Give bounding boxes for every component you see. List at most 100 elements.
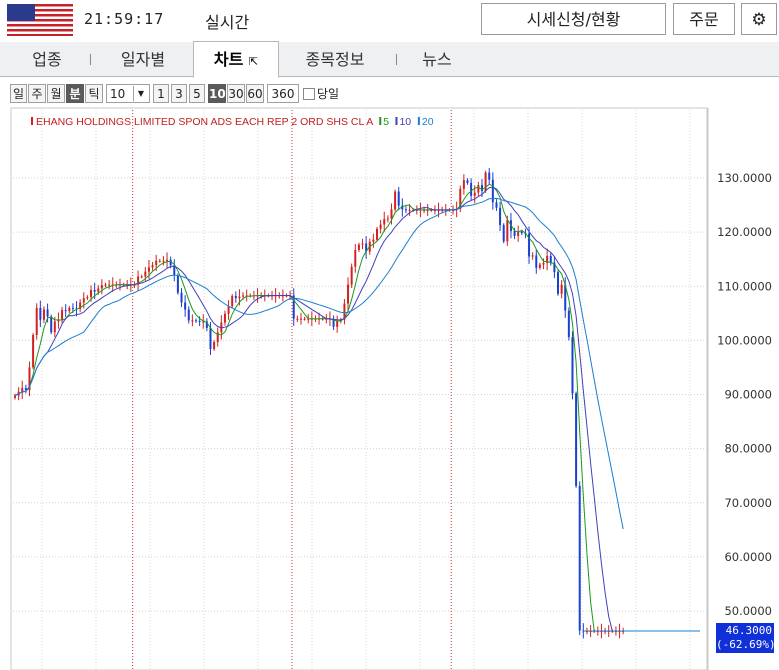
chart-title: EHANG HOLDINGS LIMITED SPON ADS EACH REP… [36, 116, 373, 128]
candle-body [408, 209, 411, 211]
y-tick-label: 70.0000 [724, 496, 772, 510]
legend-ma-20: 20 [422, 116, 434, 128]
plot-area [10, 107, 708, 670]
candle-body [90, 290, 93, 298]
tab-stock-info[interactable]: 종목정보 [285, 42, 385, 76]
top-bar: 21:59:17 실시간 시세신청/현황 주문 ⚙ [0, 0, 779, 40]
us-flag-icon [7, 4, 73, 36]
order-button[interactable]: 주문 [673, 3, 735, 35]
interval-3-button[interactable]: 3 [171, 84, 187, 103]
interval-60-button[interactable]: 60 [246, 84, 264, 103]
candle-body [347, 284, 350, 304]
candle-body [71, 307, 74, 309]
candle-body [372, 239, 375, 242]
candle-body [82, 298, 85, 303]
candle-body [223, 313, 226, 323]
period-tick-button[interactable]: 틱 [85, 84, 103, 103]
interval-5-button[interactable]: 5 [189, 84, 205, 103]
candle-body [195, 320, 197, 322]
candle-body [336, 321, 339, 327]
settings-button[interactable]: ⚙ [741, 3, 777, 35]
y-tick-label: 80.0000 [724, 442, 772, 456]
candle-body [303, 318, 306, 320]
candle-body [575, 393, 578, 486]
candle-body [158, 260, 161, 262]
candle-body [184, 302, 187, 310]
candle-body [32, 334, 35, 368]
candle-body [231, 295, 234, 307]
gear-icon: ⚙ [751, 10, 767, 30]
candle-body [495, 202, 498, 208]
candle-body [39, 307, 42, 320]
period-minute-button[interactable]: 분 [66, 84, 84, 103]
legend-swatch-title [31, 117, 33, 125]
candle-body [531, 255, 534, 257]
candle-body [462, 180, 465, 189]
y-axis: 50.0000 60.0000 70.0000 80.0000 90.0000 100.0… [717, 171, 772, 618]
candle-body [61, 310, 64, 320]
realtime-label: 실시간 [205, 13, 250, 32]
tab-daily[interactable]: 일자별 [98, 42, 188, 76]
interval-10-button[interactable]: 10 [208, 84, 226, 103]
y-tick-label: 110.0000 [717, 279, 772, 293]
candle-body [549, 255, 552, 263]
candle-body [480, 185, 483, 191]
candle-body [560, 284, 563, 294]
legend-ma-10: 10 [399, 116, 411, 128]
tab-chart[interactable]: 차트 ⇱ [193, 41, 279, 78]
candle-body [557, 272, 559, 294]
candle-body [354, 249, 357, 267]
popout-icon[interactable]: ⇱ [249, 55, 258, 68]
tab-news[interactable]: 뉴스 [404, 42, 470, 76]
today-checkbox[interactable] [303, 88, 315, 100]
candle-body [108, 284, 111, 286]
candle-body [299, 318, 302, 320]
candle-body [397, 191, 400, 206]
quote-request-button[interactable]: 시세신청/현황 [481, 3, 666, 35]
candle-body [383, 219, 386, 225]
candle-body [100, 285, 103, 289]
candle-body [50, 316, 53, 333]
tab-divider [396, 54, 397, 65]
candle-body [46, 309, 49, 317]
candle-body [144, 271, 147, 277]
candle-body [538, 264, 541, 268]
tab-chart-label: 차트 [213, 50, 244, 69]
candle-body [42, 309, 45, 320]
count-input[interactable]: 360 [267, 84, 299, 103]
last-price-label: 46.3000 (-62.69%) [716, 623, 776, 653]
candle-body [238, 296, 241, 299]
candle-body [379, 224, 382, 229]
interval-30-button[interactable]: 30 [227, 84, 245, 103]
candle-body [513, 231, 516, 236]
candle-body [386, 218, 389, 220]
candle-body [187, 309, 190, 321]
interval-1-button[interactable]: 1 [153, 84, 169, 103]
period-day-button[interactable]: 일 [10, 84, 27, 103]
candle-body [14, 395, 16, 398]
legend-swatch-5 [379, 117, 382, 125]
candle-body [86, 297, 89, 299]
chevron-down-icon: ▼ [133, 86, 148, 101]
y-tick-label: 50.0000 [724, 604, 772, 618]
candle-body [93, 290, 96, 292]
candle-body [390, 209, 393, 219]
candle-body [502, 225, 505, 242]
today-label: 당일 [317, 87, 340, 101]
candle-body [488, 172, 491, 180]
candle-body [578, 485, 581, 631]
candle-body [53, 321, 56, 333]
candle-body [466, 180, 469, 183]
candle-body [166, 259, 169, 261]
period-week-button[interactable]: 주 [28, 84, 46, 103]
candle-body [394, 191, 397, 210]
candle-body [520, 231, 523, 234]
tab-sector[interactable]: 업종 [12, 42, 82, 76]
period-month-button[interactable]: 월 [47, 84, 65, 103]
candle-body [350, 266, 353, 285]
candle-body [162, 260, 165, 262]
candle-body [470, 182, 473, 196]
clock-time: 21:59:17 [84, 10, 165, 28]
ma-legend: 5 10 20 [379, 116, 434, 128]
interval-select[interactable]: 10 ▼ [106, 84, 150, 103]
